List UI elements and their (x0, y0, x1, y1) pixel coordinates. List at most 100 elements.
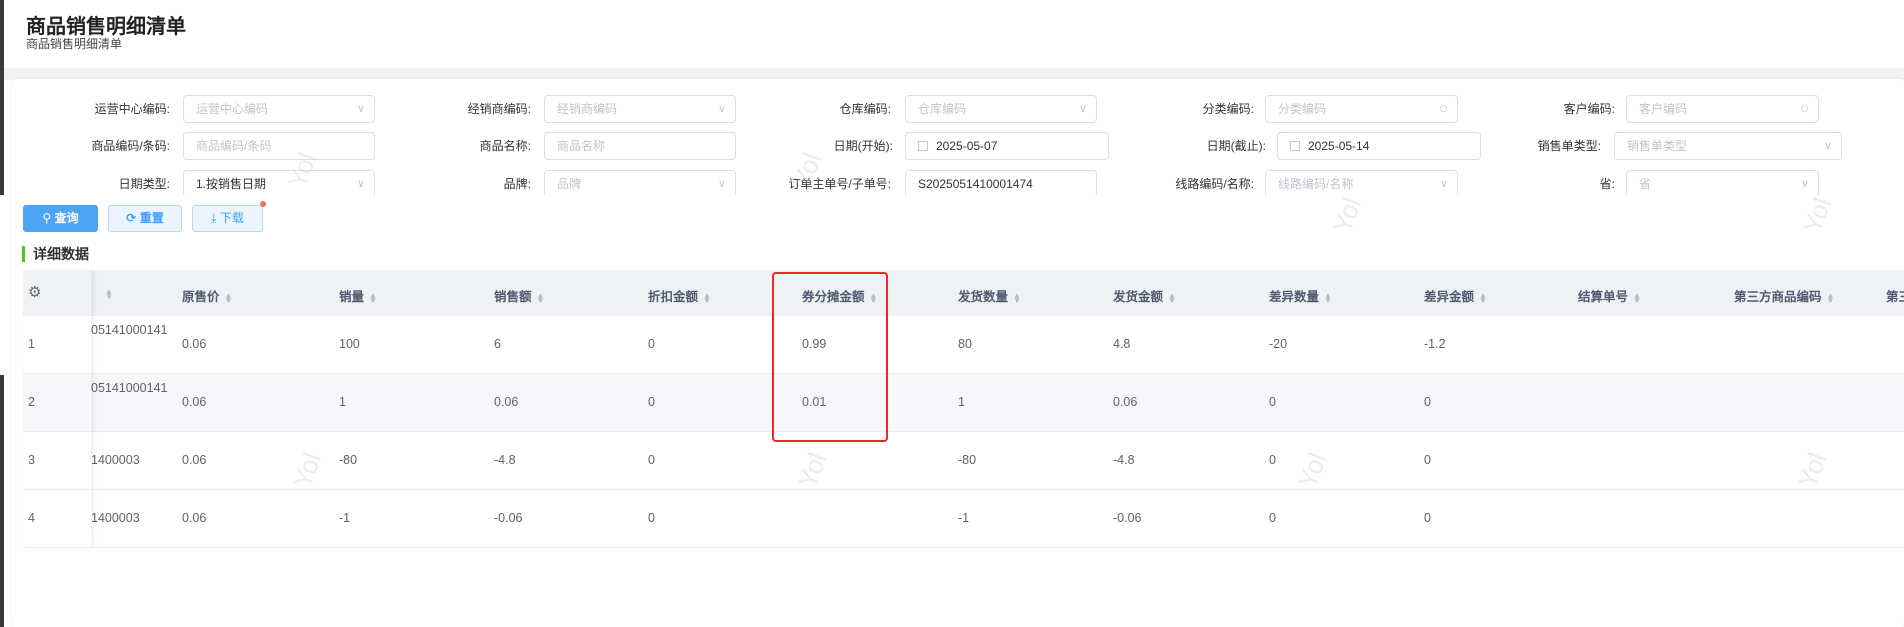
table-cell: -1.2 (1424, 337, 1446, 351)
table-body: ▲ ▼ 原售价 ▲ ▼ 销量 ▲ ▼ 销售额 ▲ ▼ 折扣金额 ▲ ▼ 券分摊金额 ▲ ▼ 发货数量 ▲ ▼ 发货金额 ▲… (91, 270, 1904, 570)
field-text: 2025-05-07 (936, 139, 998, 153)
table-cell: -80 (958, 453, 977, 467)
table-cell: 0.06 (182, 337, 207, 351)
field-text: 商品编码/条码 (196, 139, 272, 153)
field-text: 客户编码 (1639, 102, 1688, 116)
field-text: 线路编码/名称 (1278, 177, 1354, 191)
sort-icon[interactable]: ▲ ▼ (1013, 291, 1021, 304)
column-header[interactable]: ▲ ▼ (100, 286, 113, 300)
sort-icon[interactable]: ▲ ▼ (105, 287, 113, 300)
sort-icon[interactable]: ▲ ▼ (1168, 291, 1176, 304)
column-header[interactable]: 原售价 ▲ ▼ (182, 286, 233, 305)
chevron-down-icon: ∨ (1800, 178, 1809, 190)
filter-label: 订单主单号/子单号: (788, 177, 891, 191)
table-cell: 6 (494, 337, 501, 351)
filter-label: 省: (1599, 177, 1615, 191)
filter-form: 运营中心编码: 运营中心编码 ∨ 经销商编码: 经销商编码 ∨ 仓库编码: 仓库编码 ∨ 分类编码… (0, 0, 1904, 195)
column-header[interactable]: 销售额 ▲ ▼ (494, 286, 545, 305)
filter-label: 商品编码/条码: (91, 139, 170, 153)
filter-label: 分类编码: (1202, 102, 1254, 116)
column-header[interactable]: 第三方商品编码 ▲ ▼ (1734, 286, 1835, 305)
filter-label: 日期(截止): (1206, 139, 1266, 153)
table-cell: 0 (648, 395, 655, 409)
calendar-icon (918, 141, 928, 151)
sort-icon[interactable]: ▲ ▼ (1324, 291, 1332, 304)
column-header[interactable]: 结算单号 ▲ ▼ (1578, 286, 1641, 305)
sort-icon[interactable]: ▲ ▼ (1479, 291, 1487, 304)
column-header[interactable]: 销量 ▲ ▼ (339, 286, 377, 305)
table-cell: -0.06 (1113, 511, 1142, 525)
filter-label: 日期(开始): (833, 139, 893, 153)
table-cell: 100 (339, 337, 360, 351)
row-index: 1 (28, 337, 35, 351)
sort-icon[interactable]: ▲ ▼ (225, 291, 233, 304)
table-cell: 1400003 (91, 453, 140, 467)
notification-dot (260, 201, 266, 207)
field-text: 仓库编码 (918, 102, 967, 116)
field-text: 分类编码 (1278, 102, 1327, 116)
table-cell: -4.8 (494, 453, 516, 467)
column-header[interactable]: 发货数量 ▲ ▼ (958, 286, 1021, 305)
query-button[interactable]: ⚲ 查询 (23, 205, 98, 232)
sort-icon[interactable]: ▲ ▼ (537, 291, 545, 304)
table-cell: -1 (958, 511, 970, 525)
table-cell: 0 (1424, 511, 1431, 525)
field-text: 省 (1639, 177, 1652, 191)
section-title: 详细数据 (22, 246, 89, 262)
window-edge (0, 375, 4, 627)
filter-label: 商品名称: (479, 139, 531, 153)
filter-label: 客户编码: (1563, 102, 1615, 116)
row-index: 3 (28, 453, 35, 467)
column-header[interactable]: 差异金额 ▲ ▼ (1424, 286, 1487, 305)
calendar-icon (1290, 141, 1300, 151)
table-cell: 0 (648, 337, 655, 351)
reset-button[interactable]: ⟳ 重置 (108, 205, 182, 232)
table-cell: -20 (1269, 337, 1288, 351)
column-header[interactable]: 第三 (1886, 286, 1904, 305)
table-cell: -4.8 (1113, 453, 1135, 467)
field-text: S2025051410001474 (918, 177, 1033, 191)
table-cell: 0 (1424, 395, 1431, 409)
table-cell: 0 (1269, 453, 1276, 467)
filter-select-field[interactable]: 省 ∨ (1626, 170, 1819, 195)
filter-select-field[interactable]: 销售单类型 ∨ (1614, 132, 1842, 160)
search-icon: ○ (1799, 100, 1809, 117)
search-icon: ⚲ (42, 211, 52, 225)
filter-label: 经销商编码: (467, 102, 531, 116)
table-cell: 1400003 (91, 511, 140, 525)
table-cell: 0.06 (182, 511, 207, 525)
download-button[interactable]: ⤓ 下载 (192, 205, 263, 232)
table-cell: 0 (1269, 395, 1276, 409)
field-text: 销售单类型 (1627, 139, 1688, 153)
field-text: 运营中心编码 (196, 102, 269, 116)
table-cell: 1 (339, 395, 346, 409)
column-header[interactable]: 差异数量 ▲ ▼ (1269, 286, 1332, 305)
table-cell: 0.06 (494, 395, 519, 409)
table-cell: -0.06 (494, 511, 523, 525)
filter-label: 线路编码/名称: (1175, 177, 1254, 191)
table-cell: 05141000141 (91, 381, 168, 395)
highlight-box (772, 272, 888, 442)
table-cell: 4.8 (1113, 337, 1131, 351)
settings-icon[interactable]: ⚙ (28, 283, 41, 301)
column-header[interactable]: 折扣金额 ▲ ▼ (648, 286, 711, 305)
chevron-down-icon: ∨ (1823, 140, 1832, 152)
filter-label: 品牌: (503, 177, 531, 191)
table-cell: 80 (958, 337, 972, 351)
sort-icon[interactable]: ▲ ▼ (369, 291, 377, 304)
sort-icon[interactable]: ▲ ▼ (703, 291, 711, 304)
row-index: 2 (28, 395, 35, 409)
table-cell: 1 (958, 395, 965, 409)
table-cell: 0 (1424, 453, 1431, 467)
sort-icon[interactable]: ▲ ▼ (1827, 291, 1835, 304)
table-cell: -1 (339, 511, 351, 525)
column-header[interactable]: 发货金额 ▲ ▼ (1113, 286, 1176, 305)
sort-icon[interactable]: ▲ ▼ (1633, 291, 1641, 304)
table-cell: -80 (339, 453, 358, 467)
field-text: 商品名称 (557, 139, 606, 153)
filter-label: 运营中心编码: (94, 102, 170, 116)
field-text: 1.按销售日期 (196, 177, 267, 191)
filter-search-field[interactable]: 客户编码 ○ (1626, 95, 1819, 123)
field-text: 经销商编码 (557, 102, 618, 116)
table-cell: 05141000141 (91, 323, 168, 337)
